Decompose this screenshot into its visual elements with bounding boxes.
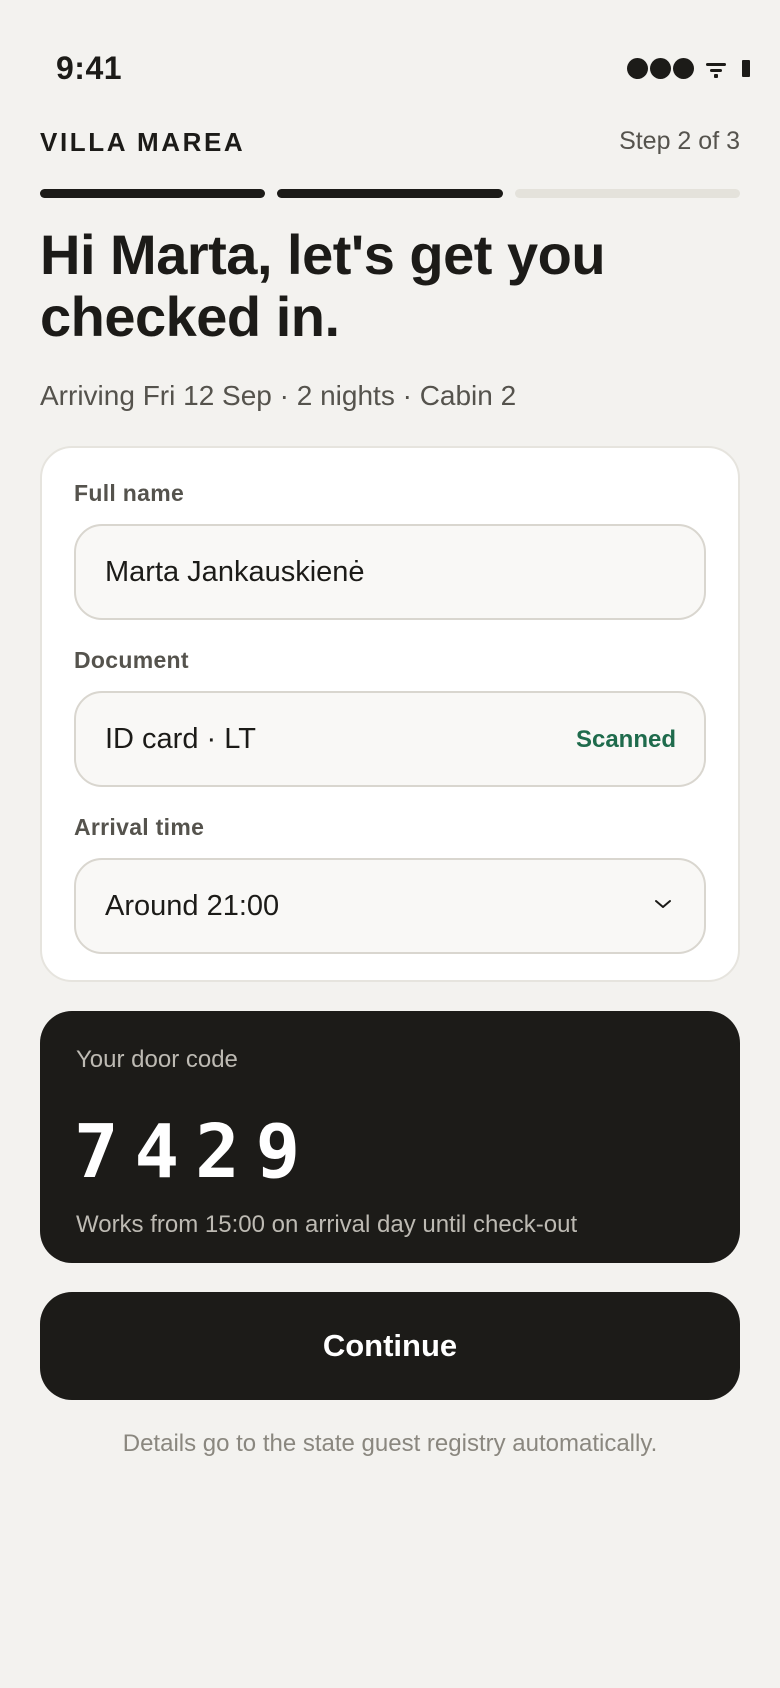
full-name-value: Marta Jankauskienė (105, 556, 365, 588)
door-code-value: 7429 (74, 1109, 317, 1195)
arrival-time-select[interactable]: Around 21:00 (74, 858, 706, 954)
status-icons (627, 58, 750, 79)
door-code-note: Works from 15:00 on arrival day until ch… (76, 1211, 578, 1238)
page-title: Hi Marta, let's get you checked in. (40, 223, 606, 348)
door-code-label: Your door code (76, 1046, 238, 1073)
progress-segment-3 (514, 189, 740, 198)
status-time: 9:41 (56, 50, 123, 86)
full-name-field[interactable]: Marta Jankauskienė (74, 524, 706, 620)
progress-segment-1 (40, 189, 266, 198)
chevron-down-icon (655, 900, 671, 908)
booking-summary: Arriving Fri 12 Sep · 2 nights · Cabin 2 (40, 380, 517, 411)
step-indicator: Step 2 of 3 (619, 127, 740, 155)
document-field[interactable]: ID card · LT Scanned (74, 691, 706, 787)
continue-button[interactable]: Continue (40, 1292, 740, 1400)
registry-note: Details go to the state guest registry a… (122, 1430, 658, 1457)
status-bar: 9:41 (0, 0, 780, 110)
scanned-status: Scanned (575, 726, 676, 753)
signal-icon (627, 58, 694, 79)
arrival-time-value: Around 21:00 (105, 890, 280, 922)
brand-name: VILLA MAREA (40, 127, 246, 157)
arrival-time-label: Arrival time (74, 814, 205, 840)
full-name-label: Full name (74, 480, 185, 506)
document-label: Document (74, 647, 189, 673)
battery-icon (742, 60, 750, 77)
checkin-form: Full name Marta Jankauskienė Document ID… (40, 446, 740, 982)
progress-segment-2 (277, 189, 503, 198)
progress-bar (40, 189, 740, 198)
wifi-icon (706, 62, 726, 78)
document-value: ID card · LT (105, 723, 256, 755)
door-code-card: Your door code 7429 Works from 15:00 on … (40, 1011, 740, 1263)
